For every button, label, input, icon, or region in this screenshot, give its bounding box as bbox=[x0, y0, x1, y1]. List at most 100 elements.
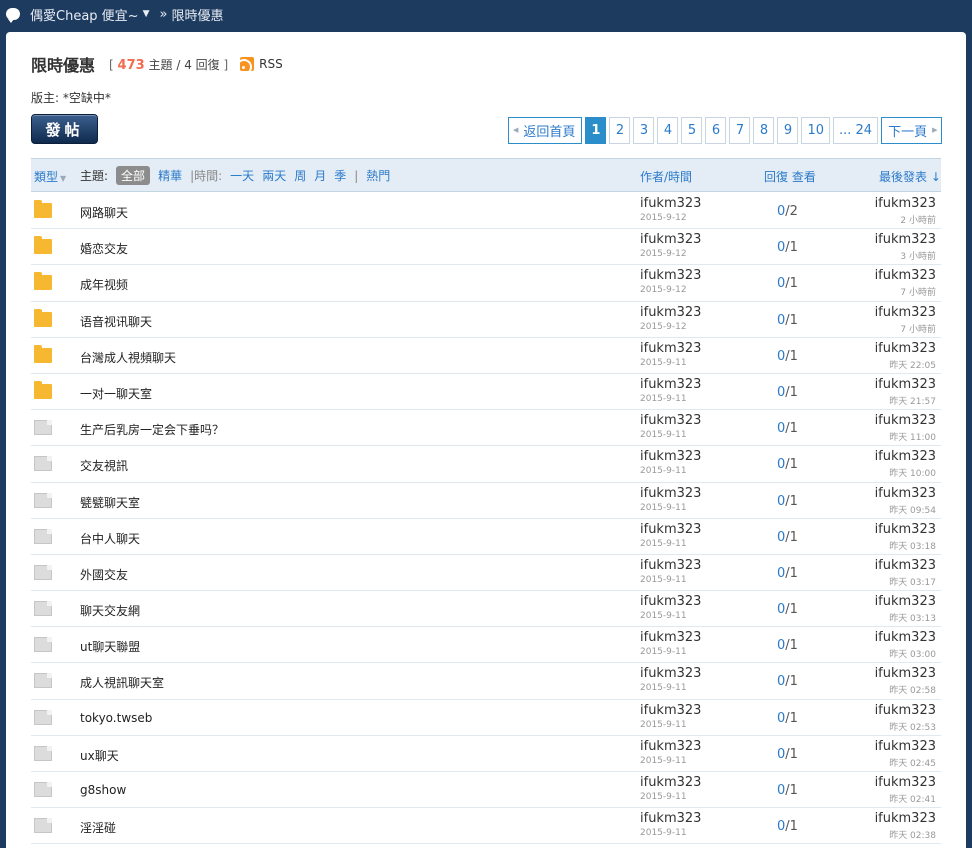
page-last[interactable]: ... 24 bbox=[833, 116, 879, 144]
table-row[interactable]: 交友視訊 ifukm323 2015-9-11 0/1 ifukm323 昨天 10:00 bbox=[31, 446, 941, 483]
thread-author[interactable]: ifukm323 bbox=[640, 522, 701, 537]
thread-author[interactable]: ifukm323 bbox=[640, 594, 701, 609]
thread-author[interactable]: ifukm323 bbox=[640, 775, 701, 790]
time-filter-week[interactable]: 周 bbox=[294, 167, 306, 184]
last-post-author[interactable]: ifukm323 bbox=[875, 232, 936, 247]
table-row[interactable]: 婚恋交友 ifukm323 2015-9-12 0/1 ifukm323 3 小時前 bbox=[31, 229, 941, 266]
page-2[interactable]: 2 bbox=[609, 116, 631, 144]
last-post-time[interactable]: 昨天 09:54 bbox=[889, 503, 936, 516]
table-row[interactable]: 生产后乳房一定会下垂吗？ ifukm323 2015-9-11 0/1 ifukm323… bbox=[31, 410, 941, 447]
last-post-author[interactable]: ifukm323 bbox=[875, 522, 936, 537]
table-row[interactable]: tokyo.twseb ifukm323 2015-9-11 0/1 ifukm323 昨… bbox=[31, 700, 941, 736]
table-row[interactable]: 淫淫碰 ifukm323 2015-9-11 0/1 ifukm323 昨天 02:38 bbox=[31, 808, 941, 845]
thread-title[interactable]: 淫淫碰 bbox=[80, 819, 116, 836]
last-post-time[interactable]: 昨天 02:53 bbox=[889, 720, 936, 733]
chevron-down-icon[interactable]: ▼ bbox=[143, 9, 150, 19]
last-post-time[interactable]: 7 小時前 bbox=[900, 322, 936, 335]
last-post-column[interactable]: 最後發表 ↓ bbox=[879, 168, 941, 185]
thread-author[interactable]: ifukm323 bbox=[640, 666, 701, 681]
page-6[interactable]: 6 bbox=[705, 116, 727, 144]
new-post-button[interactable]: 發帖 bbox=[31, 114, 98, 144]
last-post-author[interactable]: ifukm323 bbox=[875, 630, 936, 645]
reply-view-column[interactable]: 回復 查看 bbox=[764, 168, 816, 185]
last-post-time[interactable]: 昨天 10:00 bbox=[889, 466, 936, 479]
last-post-time[interactable]: 昨天 03:17 bbox=[889, 575, 936, 588]
thread-author[interactable]: ifukm323 bbox=[640, 232, 701, 247]
last-post-time[interactable]: 昨天 02:45 bbox=[889, 756, 936, 769]
page-8[interactable]: 8 bbox=[753, 116, 775, 144]
table-row[interactable]: 甓甓聊天室 ifukm323 2015-9-11 0/1 ifukm323 昨天 09:5… bbox=[31, 483, 941, 519]
thread-author[interactable]: ifukm323 bbox=[640, 268, 701, 283]
table-row[interactable]: 台灣成人視頻聊天 ifukm323 2015-9-11 0/1 ifukm323 昨天 2… bbox=[31, 338, 941, 374]
thread-title[interactable]: 生产后乳房一定会下垂吗？ bbox=[80, 421, 224, 438]
table-row[interactable]: 成人視訊聊天室 ifukm323 2015-9-11 0/1 ifukm323 昨天 02… bbox=[31, 663, 941, 700]
table-row[interactable]: 聊天交友網 ifukm323 2015-9-11 0/1 ifukm323 昨天 03:1… bbox=[31, 591, 941, 628]
thread-title[interactable]: 台灣成人視頻聊天 bbox=[80, 349, 176, 366]
thread-author[interactable]: ifukm323 bbox=[640, 703, 701, 718]
thread-title[interactable]: 婚恋交友 bbox=[80, 240, 128, 257]
last-post-time[interactable]: 昨天 21:57 bbox=[889, 394, 936, 407]
last-post-author[interactable]: ifukm323 bbox=[875, 305, 936, 320]
thread-author[interactable]: ifukm323 bbox=[640, 558, 701, 573]
thread-title[interactable]: 网路聊天 bbox=[80, 204, 128, 221]
page-3[interactable]: 3 bbox=[633, 116, 655, 144]
page-7[interactable]: 7 bbox=[729, 116, 751, 144]
table-row[interactable]: ux聊天 ifukm323 2015-9-11 0/1 ifukm323 昨天 02:45 bbox=[31, 736, 941, 772]
thread-title[interactable]: 聊天交友網 bbox=[80, 602, 140, 619]
last-post-author[interactable]: ifukm323 bbox=[875, 558, 936, 573]
page-5[interactable]: 5 bbox=[681, 116, 703, 144]
thread-title[interactable]: 外國交友 bbox=[80, 566, 128, 583]
table-row[interactable]: 一对一聊天室 ifukm323 2015-9-11 0/1 ifukm323 昨天 21:… bbox=[31, 374, 941, 411]
rss-link[interactable]: RSS bbox=[240, 57, 283, 71]
last-post-author[interactable]: ifukm323 bbox=[875, 268, 936, 283]
thread-title[interactable]: 交友視訊 bbox=[80, 457, 128, 474]
thread-title[interactable]: 成年视频 bbox=[80, 276, 128, 293]
last-post-time[interactable]: 昨天 02:58 bbox=[889, 683, 936, 696]
thread-title[interactable]: 台中人聊天 bbox=[80, 530, 140, 547]
page-10[interactable]: 10 bbox=[801, 116, 830, 144]
thread-title[interactable]: tokyo.twseb bbox=[80, 711, 152, 725]
table-row[interactable]: g8show ifukm323 2015-9-11 0/1 ifukm323 昨天 02:… bbox=[31, 772, 941, 809]
table-row[interactable]: ut聊天聯盟 ifukm323 2015-9-11 0/1 ifukm323 昨天 03:… bbox=[31, 627, 941, 664]
thread-author[interactable]: ifukm323 bbox=[640, 413, 701, 428]
thread-author[interactable]: ifukm323 bbox=[640, 196, 701, 211]
type-filter[interactable]: 類型 ▼ bbox=[34, 168, 66, 185]
table-row[interactable]: 网路聊天 ifukm323 2015-9-12 0/2 ifukm323 2 小時前 bbox=[31, 193, 941, 230]
thread-author[interactable]: ifukm323 bbox=[640, 486, 701, 501]
back-home-button[interactable]: 返回首頁 bbox=[508, 116, 583, 144]
filter-digest[interactable]: 精華 bbox=[158, 167, 182, 184]
last-post-time[interactable]: 3 小時前 bbox=[900, 249, 936, 262]
page-4[interactable]: 4 bbox=[657, 116, 679, 144]
filter-all[interactable]: 全部 bbox=[116, 166, 151, 185]
site-menu-link[interactable]: 偶愛Cheap 便宜~ bbox=[30, 5, 139, 24]
thread-title[interactable]: 一对一聊天室 bbox=[80, 385, 152, 402]
thread-title[interactable]: ux聊天 bbox=[80, 747, 119, 764]
thread-author[interactable]: ifukm323 bbox=[640, 377, 701, 392]
thread-title[interactable]: g8show bbox=[80, 783, 126, 797]
thread-title[interactable]: 甓甓聊天室 bbox=[80, 494, 140, 511]
last-post-time[interactable]: 昨天 03:13 bbox=[889, 611, 936, 624]
thread-author[interactable]: ifukm323 bbox=[640, 341, 701, 356]
breadcrumb-current[interactable]: 限時優惠 bbox=[171, 5, 223, 24]
last-post-time[interactable]: 7 小時前 bbox=[900, 285, 936, 298]
last-post-author[interactable]: ifukm323 bbox=[875, 703, 936, 718]
thread-author[interactable]: ifukm323 bbox=[640, 811, 701, 826]
time-filter-day[interactable]: 一天 bbox=[230, 167, 254, 184]
time-filter-month[interactable]: 月 bbox=[314, 167, 326, 184]
last-post-time[interactable]: 昨天 02:41 bbox=[889, 792, 936, 805]
last-post-author[interactable]: ifukm323 bbox=[875, 449, 936, 464]
author-time-column[interactable]: 作者/時間 bbox=[640, 168, 692, 185]
last-post-time[interactable]: 昨天 22:05 bbox=[889, 358, 936, 371]
time-filter-2day[interactable]: 兩天 bbox=[262, 167, 286, 184]
table-row[interactable]: 台中人聊天 ifukm323 2015-9-11 0/1 ifukm323 昨天 03:1… bbox=[31, 519, 941, 555]
last-post-time[interactable]: 昨天 11:00 bbox=[889, 430, 936, 443]
thread-author[interactable]: ifukm323 bbox=[640, 449, 701, 464]
thread-author[interactable]: ifukm323 bbox=[640, 305, 701, 320]
next-page-button[interactable]: 下一頁 bbox=[881, 116, 943, 144]
last-post-author[interactable]: ifukm323 bbox=[875, 196, 936, 211]
last-post-author[interactable]: ifukm323 bbox=[875, 377, 936, 392]
last-post-author[interactable]: ifukm323 bbox=[875, 775, 936, 790]
time-filter-season[interactable]: 季 bbox=[334, 167, 346, 184]
last-post-author[interactable]: ifukm323 bbox=[875, 811, 936, 826]
last-post-author[interactable]: ifukm323 bbox=[875, 666, 936, 681]
